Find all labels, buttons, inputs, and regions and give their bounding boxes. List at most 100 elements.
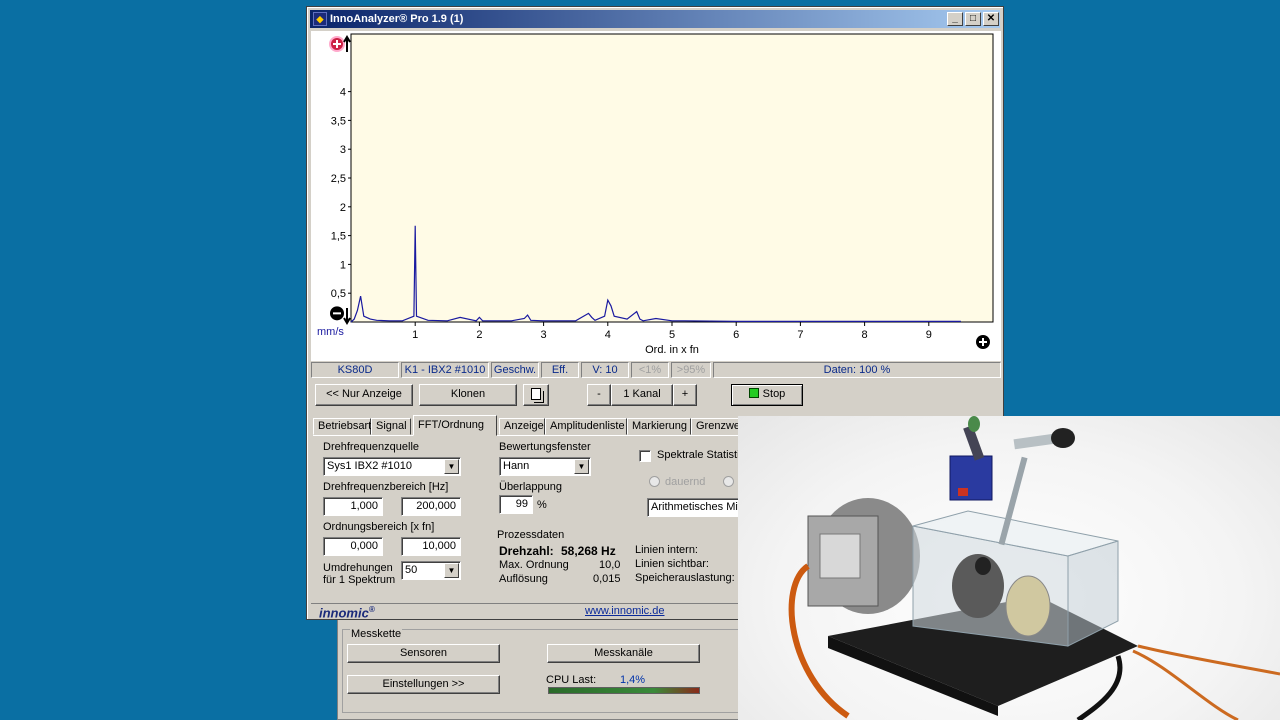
tab-betriebsart[interactable]: Betriebsart — [313, 418, 371, 435]
ueberlappung-input[interactable]: 99 — [499, 495, 533, 514]
prozessdaten-label: Prozessdaten — [497, 529, 565, 541]
app-icon: ◆ — [313, 12, 327, 26]
y-axis-label: mm/s — [317, 326, 344, 338]
ord-max-input[interactable]: 10,000 — [401, 537, 461, 556]
copy-icon — [531, 388, 541, 400]
maximize-button[interactable]: □ — [965, 12, 981, 26]
cpu-label: CPU Last: — [546, 674, 597, 686]
drehfrequenzquelle-label: Drehfrequenzquelle — [323, 441, 420, 453]
status-v[interactable]: V: 10 — [581, 362, 629, 378]
fft-panel: Drehfrequenzquelle Sys1 IBX2 #1010 ▼ Dre… — [313, 435, 745, 605]
x-tick-label: 5 — [669, 329, 675, 341]
zoom-in-y-bar-v — [336, 40, 338, 48]
max-ordnung-value: 10,0 — [599, 559, 621, 571]
einstellungen-button[interactable]: Einstellungen >> — [347, 675, 500, 694]
sensoren-button[interactable]: Sensoren — [347, 644, 500, 663]
aufloesung-label: Auflösung — [499, 573, 548, 585]
y-tick-label: 4 — [340, 87, 346, 99]
drehfrequenzbereich-label: Drehfrequenzbereich [Hz] — [323, 481, 449, 493]
x-tick-label: 8 — [862, 329, 868, 341]
drehzahl-label: Drehzahl: — [499, 544, 554, 558]
title-bar[interactable]: ◆ InnoAnalyzer® Pro 1.9 (1) _ □ ✕ — [310, 10, 1000, 28]
drehfrequenzquelle-value: Sys1 IBX2 #1010 — [327, 460, 413, 472]
x-tick-label: 2 — [476, 329, 482, 341]
messkette-window: Messkette Sensoren Messkanäle Einstellun… — [337, 612, 757, 720]
bewertungsfenster-select[interactable]: Hann ▼ — [499, 457, 591, 476]
bewertungsfenster-label: Bewertungsfenster — [499, 441, 591, 453]
ueberlappung-label: Überlappung — [499, 481, 562, 493]
zoom-in-x-bar-v — [982, 338, 984, 346]
innomic-link[interactable]: www.innomic.de — [585, 605, 664, 617]
analyzer-device-image — [788, 416, 1280, 720]
x-tick-label: 6 — [733, 329, 739, 341]
arrow-down-icon — [343, 308, 351, 325]
minimize-button[interactable]: _ — [947, 12, 963, 26]
drehfrequenzquelle-select[interactable]: Sys1 IBX2 #1010 ▼ — [323, 457, 461, 476]
chevron-down-icon[interactable]: ▼ — [574, 459, 589, 474]
kanal-count: 1 Kanal — [611, 384, 673, 406]
stop-icon — [748, 388, 759, 398]
x-tick-label: 3 — [541, 329, 547, 341]
window-title: InnoAnalyzer® Pro 1.9 (1) — [330, 13, 464, 25]
linien-intern-label: Linien intern: — [635, 544, 698, 556]
klonen-button[interactable]: Klonen — [419, 384, 517, 406]
umdrehungen-label: Umdrehungen — [323, 562, 393, 574]
stop-button[interactable]: Stop — [731, 384, 803, 406]
messkette-group — [342, 629, 742, 713]
y-tick-label: 1,5 — [331, 231, 346, 243]
kanal-minus-button[interactable]: - — [587, 384, 611, 406]
spektrale-checkbox[interactable] — [639, 450, 651, 462]
spectrum-plot[interactable]: 0,5 1 1,5 2 2,5 3 3,5 4 1 2 3 4 5 6 7 8 9 Ord. in x fn mm/… — [311, 31, 1001, 361]
tab-grenzwerte[interactable]: Grenzwe — [691, 418, 739, 435]
y-tick-label: 3,5 — [331, 115, 346, 127]
plot-area — [350, 33, 994, 323]
drehzahl-value: 58,268 Hz — [561, 544, 616, 558]
x-tick-label: 1 — [412, 329, 418, 341]
product-photo — [738, 416, 1280, 720]
percent-label: % — [537, 499, 547, 511]
speicher-label: Speicherauslastung: — [635, 572, 735, 584]
status-sensor[interactable]: KS80D — [311, 362, 399, 378]
aufloesung-value: 0,015 — [593, 573, 621, 585]
ord-min-input[interactable]: 0,000 — [323, 537, 383, 556]
df-min-input[interactable]: 1,000 — [323, 497, 383, 516]
messkette-title: Messkette — [350, 628, 403, 640]
tab-signal[interactable]: Signal — [371, 418, 411, 435]
chevron-down-icon[interactable]: ▼ — [444, 459, 459, 474]
tab-markierung[interactable]: Markierung — [627, 418, 691, 435]
tab-fft-ordnung[interactable]: FFT/Ordnung — [413, 415, 497, 436]
status-lt1: <1% — [631, 362, 669, 378]
x-tick-label: 9 — [926, 329, 932, 341]
df-max-input[interactable]: 200,000 — [401, 497, 461, 516]
dauernd-label: dauernd — [665, 476, 706, 488]
umdrehungen-select[interactable]: 50 ▼ — [401, 561, 461, 580]
copy-button[interactable] — [523, 384, 549, 406]
status-eff[interactable]: Eff. — [541, 362, 579, 378]
statistik-select[interactable]: Arithmetisches Mitt — [647, 498, 743, 517]
innomic-logo: innomic® — [319, 605, 375, 620]
x-axis-label: Ord. in x fn — [645, 344, 699, 356]
status-mode[interactable]: Geschw. — [491, 362, 539, 378]
y-tick-label: 0,5 — [331, 288, 346, 300]
spectrum-chart[interactable]: 0,5 1 1,5 2 2,5 3 3,5 4 1 2 3 4 5 6 7 8 9 Ord. in x fn mm/… — [311, 31, 1001, 361]
statistik-value: Arithmetisches Mitt — [651, 501, 743, 513]
x-tick-label: 4 — [605, 329, 611, 341]
tab-anzeige[interactable]: Anzeige — [499, 418, 545, 435]
zoom-out-icon-bar — [333, 312, 341, 315]
y-tick-label: 3 — [340, 144, 346, 156]
second-radio[interactable] — [723, 476, 734, 487]
tab-amplitudenliste[interactable]: Amplitudenliste — [545, 418, 627, 435]
y-tick-label: 1 — [340, 259, 346, 271]
messkanaele-button[interactable]: Messkanäle — [547, 644, 700, 663]
chevron-down-icon[interactable]: ▼ — [444, 563, 459, 578]
stop-label: Stop — [762, 388, 786, 400]
nur-anzeige-button[interactable]: << Nur Anzeige — [315, 384, 413, 406]
kanal-plus-button[interactable]: + — [673, 384, 697, 406]
close-button[interactable]: ✕ — [983, 12, 999, 26]
ordnungsbereich-label: Ordnungsbereich [x fn] — [323, 521, 435, 533]
umdrehungen-value: 50 — [405, 564, 418, 576]
cpu-value: 1,4% — [620, 674, 646, 686]
status-channel[interactable]: K1 - IBX2 #1010 — [401, 362, 489, 378]
dauernd-radio[interactable] — [649, 476, 660, 487]
linien-sichtbar-label: Linien sichtbar: — [635, 558, 709, 570]
